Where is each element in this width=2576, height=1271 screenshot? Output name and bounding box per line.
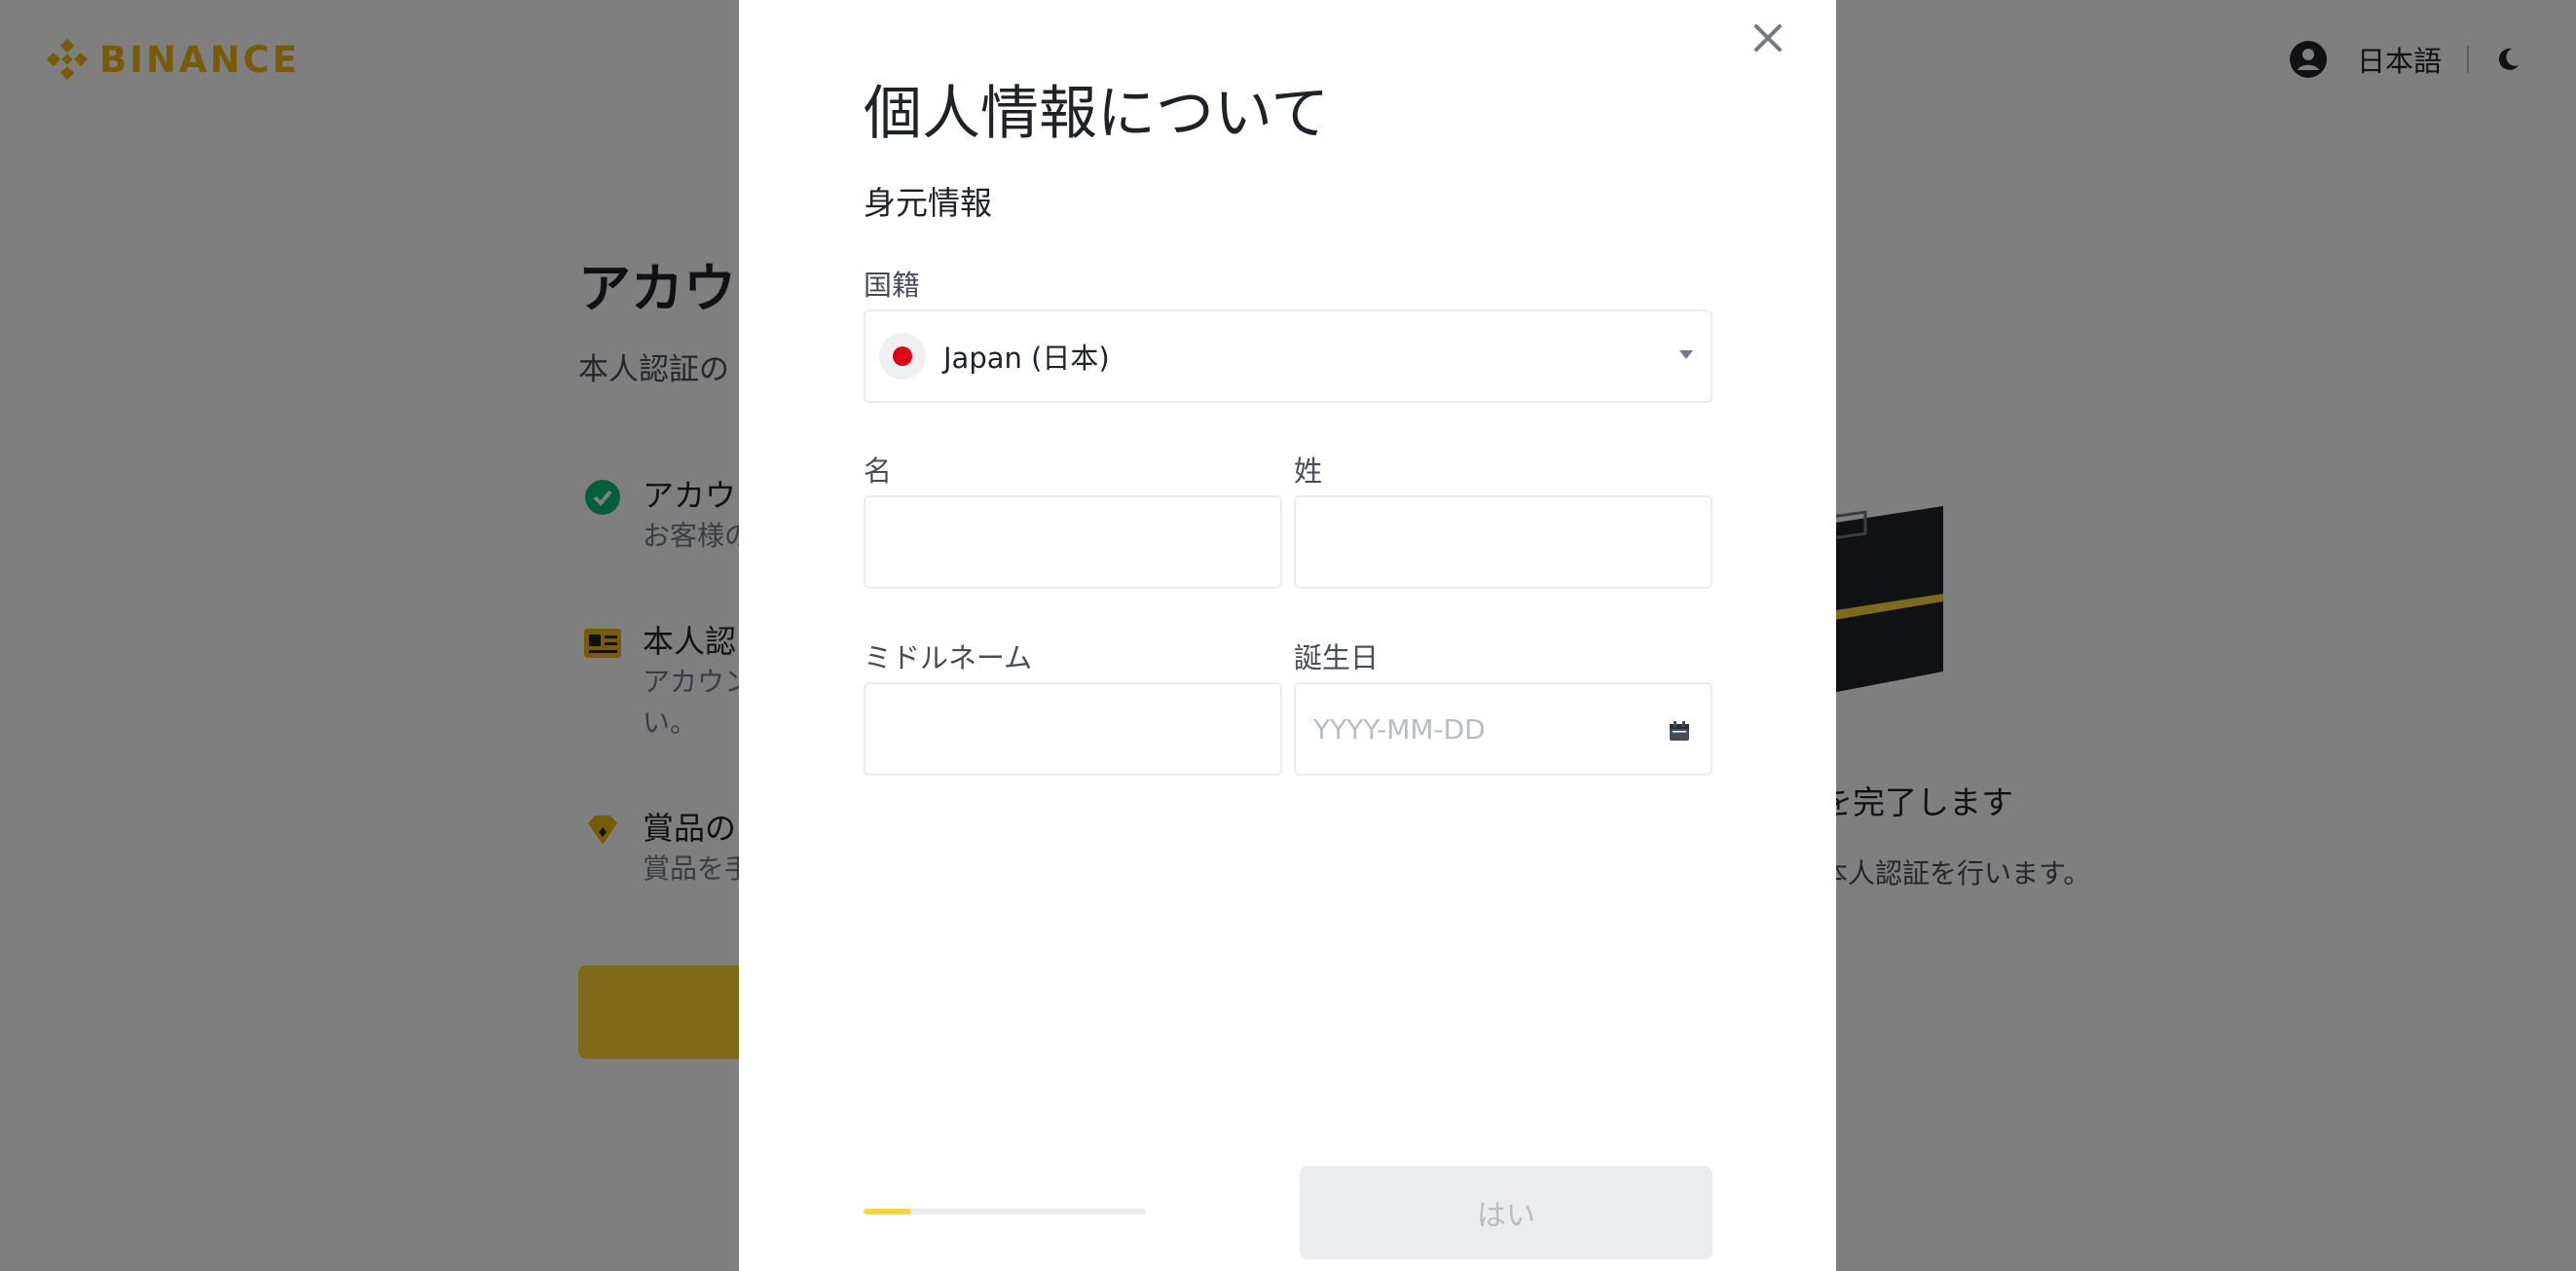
birthday-field[interactable]: [1294, 682, 1712, 776]
chevron-down-icon: [1679, 350, 1693, 359]
birthday-input[interactable]: [1296, 684, 1711, 774]
personal-info-modal: 個人情報について 身元情報 国籍 Japan (日本) 名 姓 ミドルネーム 誕…: [739, 0, 1836, 1271]
birthday-label: 誕生日: [1294, 641, 1380, 674]
step-progress-fill: [864, 1209, 912, 1215]
middle-name-label: ミドルネーム: [864, 641, 1033, 674]
nationality-select[interactable]: Japan (日本): [864, 309, 1712, 403]
first-name-label: 名: [864, 454, 893, 488]
nationality-value: Japan (日本): [943, 342, 1110, 375]
first-name-input[interactable]: [865, 497, 1280, 587]
middle-name-field[interactable]: [864, 682, 1282, 776]
nationality-label: 国籍: [864, 269, 921, 302]
close-icon[interactable]: [1744, 14, 1792, 62]
middle-name-input[interactable]: [865, 684, 1280, 774]
last-name-field[interactable]: [1294, 495, 1712, 589]
japan-flag-icon: [879, 333, 926, 380]
calendar-icon[interactable]: [1668, 719, 1691, 743]
submit-button[interactable]: はい: [1300, 1166, 1712, 1259]
last-name-label: 姓: [1294, 454, 1323, 488]
modal-title: 個人情報について: [864, 80, 1330, 148]
last-name-input[interactable]: [1296, 497, 1711, 587]
section-title: 身元情報: [864, 184, 992, 222]
first-name-field[interactable]: [864, 495, 1282, 589]
step-progress-bar: [864, 1209, 1146, 1215]
